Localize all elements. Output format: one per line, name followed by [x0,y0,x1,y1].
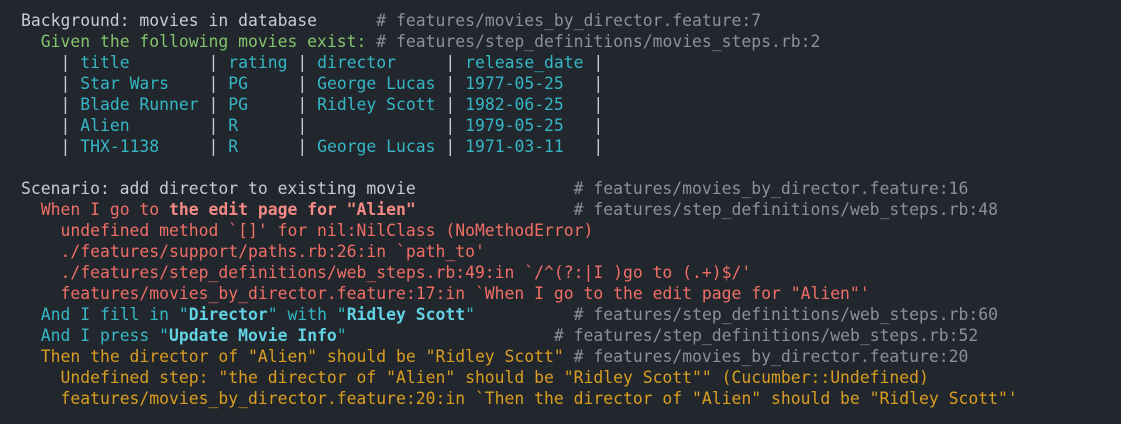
table-row: | THX-1138 | R | George Lucas | 1971-03-… [60,137,604,156]
table-header-row: | title | rating | director | release_da… [60,53,604,72]
table-cell: PG [218,95,298,114]
scenario-line: Scenario: add director to existing movie… [21,178,1121,199]
table-cell: Star Wars [70,74,209,93]
table-cell: 1971-03-11 [455,137,594,156]
table-cell: 1982-06-25 [455,95,594,114]
table-cell: George Lucas [307,137,446,156]
fill-in-step-source: # features/step_definitions/web_steps.rb… [573,305,998,324]
error-backtrace-line: features/movies_by_director.feature:17:i… [60,284,870,303]
table-cell: THX-1138 [70,137,209,156]
table-row: | Blade Runner | PG | Ridley Scott | 198… [60,95,604,114]
fill-in-step-line: And I fill in "Director" with "Ridley Sc… [40,305,998,324]
scenario-source: # features/movies_by_director.feature:16 [573,179,969,198]
table-header-cell: release_date [455,53,594,72]
error-backtrace-line: ./features/step_definitions/web_steps.rb… [60,263,752,282]
terminal-output: Background: movies in database # feature… [0,0,1121,424]
table-cell: George Lucas [307,74,446,93]
table-cell: R [218,116,298,135]
background-title: Background: movies in database [21,11,318,30]
given-step-text: Given the following movies exist: [40,32,367,51]
background-line: Background: movies in database # feature… [21,10,1121,31]
table-cell: Ridley Scott [307,95,446,114]
table-cell: 1979-05-25 [455,116,594,135]
table-cell: 1977-05-25 [455,74,594,93]
given-step-line: Given the following movies exist: # feat… [21,31,1121,52]
table-cell: PG [218,74,298,93]
table-row: | Alien | R | | 1979-05-25 | [60,116,604,135]
error-message: undefined method `[]' for nil:NilClass (… [60,221,594,240]
fill-in-value-arg: Ridley Scott [346,305,466,324]
table-cell: R [218,137,298,156]
press-button-arg: Update Movie Info [169,326,337,345]
undefined-backtrace-line: features/movies_by_director.feature:20:i… [60,389,1018,408]
then-step-line: Then the director of "Alien" should be "… [21,346,1121,367]
fill-in-field-arg: Director [188,305,268,324]
table-row: | Star Wars | PG | George Lucas | 1977-0… [60,74,604,93]
then-step-text: Then the director of "Alien" should be "… [40,347,564,366]
when-step-line: When I go to the edit page for "Alien" #… [21,199,1121,220]
error-backtrace-line: ./features/support/paths.rb:26:in `path_… [60,242,485,261]
undefined-message: Undefined step: "the director of "Alien"… [60,368,929,387]
table-cell [307,116,445,135]
when-step-arg: the edit page for "Alien" [169,200,416,219]
press-step-line: And I press "Update Movie Info" # featur… [40,326,979,345]
background-source: # features/movies_by_director.feature:7 [376,11,762,30]
table-header-cell: title [70,53,209,72]
scenario-title: Scenario: add director to existing movie [21,179,416,198]
table-cell: Alien [70,116,209,135]
when-step-source: # features/step_definitions/web_steps.rb… [573,200,998,219]
when-step-text: When I go to [40,200,170,219]
given-step-source: # features/step_definitions/movies_steps… [376,32,821,51]
table-header-cell: rating [218,53,298,72]
press-step-source: # features/step_definitions/web_steps.rb… [553,326,979,345]
then-step-source: # features/movies_by_director.feature:20 [573,347,969,366]
table-cell: Blade Runner [70,95,209,114]
table-header-cell: director [307,53,446,72]
